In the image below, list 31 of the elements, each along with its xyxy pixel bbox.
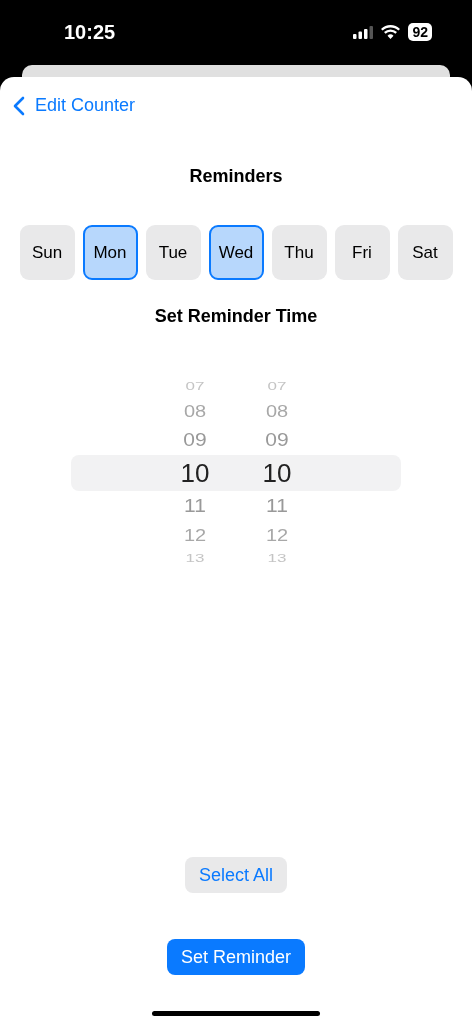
picker-value[interactable]: 07 [267,381,287,393]
picker-value[interactable]: 08 [265,401,289,421]
picker-value[interactable]: 11 [266,495,288,517]
picker-value[interactable]: 09 [265,429,289,451]
picker-value[interactable]: 11 [184,495,206,517]
day-toggle[interactable]: Mon [82,225,138,280]
picker-value[interactable]: 10 [262,457,292,489]
day-toggle[interactable]: Sun [19,225,75,280]
picker-value[interactable]: 08 [183,401,207,421]
day-toggle[interactable]: Wed [208,225,264,280]
section-title: Reminders [189,166,283,187]
day-toggle[interactable]: Sat [397,225,453,280]
day-toggle[interactable]: Fri [334,225,390,280]
day-toggle[interactable]: Tue [145,225,201,280]
day-toggle[interactable]: Thu [271,225,327,280]
picker-value[interactable]: 07 [185,381,205,393]
picker-value[interactable]: 12 [183,525,207,545]
chevron-left-icon [13,95,25,116]
set-reminder-button[interactable]: Set Reminder [166,939,306,975]
wifi-icon [381,25,401,39]
picker-value[interactable]: 13 [267,553,287,565]
signal-icon [353,25,374,39]
clock-time: 10:25 [64,20,116,44]
select-all-button[interactable]: Select All [184,857,287,893]
back-link[interactable]: Edit Counter [13,95,136,116]
picker-value[interactable]: 12 [265,525,289,545]
battery-level: 92 [408,23,432,41]
picker-value[interactable]: 09 [183,429,207,451]
picker-value[interactable]: 10 [180,457,210,489]
picker-value[interactable]: 13 [185,553,205,565]
section-title: Set Reminder Time [154,306,318,327]
